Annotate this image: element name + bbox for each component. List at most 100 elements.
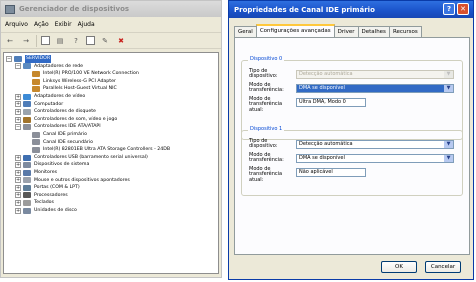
tree-node[interactable]: Parallels Host-Guest Virtual NIC [4, 85, 218, 93]
tab-general[interactable]: Geral [234, 26, 257, 37]
tree-node[interactable]: + Portas (COM & LPT) [4, 184, 218, 192]
window-title: Gerenciador de dispositivos [19, 5, 130, 13]
properties-dialog: Propriedades de Canal IDE primário ? ✕ G… [228, 0, 474, 280]
toolbar: ← → ▤ ? ✎ ✖ [1, 32, 221, 49]
forward-icon[interactable]: → [20, 35, 32, 47]
collapse-icon[interactable]: − [6, 55, 12, 62]
scan-icon[interactable] [86, 36, 95, 45]
port-icon [23, 184, 31, 191]
device1-type-select[interactable]: Detecção automática ▼ [296, 140, 454, 149]
disable-icon[interactable]: ✖ [115, 35, 127, 47]
tree-node[interactable]: + Unidades de disco [4, 207, 218, 215]
device0-type-select: Detecção automática ▼ [296, 70, 454, 79]
ok-button[interactable]: OK [381, 261, 417, 273]
tree-node[interactable]: + Adaptadores de vídeo [4, 93, 218, 101]
expand-icon[interactable]: + [15, 108, 21, 115]
tab-details[interactable]: Detalhes [357, 26, 390, 37]
help-button[interactable]: ? [443, 3, 455, 15]
advanced-settings-panel: Dispositivo 0 Tipo de dispositivo: Detec… [234, 37, 470, 255]
back-icon[interactable]: ← [4, 35, 16, 47]
expand-icon[interactable]: + [15, 184, 21, 191]
collapse-icon[interactable]: − [15, 63, 21, 70]
chevron-down-icon[interactable]: ▼ [444, 155, 453, 162]
ide-channel-icon [32, 139, 40, 146]
tree-node[interactable]: − Controladores IDE ATA/ATAPI [4, 123, 218, 131]
tab-resources[interactable]: Recursos [388, 26, 422, 37]
usb-icon [23, 154, 31, 161]
expand-icon[interactable]: + [15, 192, 21, 199]
tree-node[interactable]: + Dispositivos de sistema [4, 161, 218, 169]
expand-icon[interactable]: + [15, 200, 21, 207]
tree-node[interactable]: + Controladores USB (barramento serial un… [4, 154, 218, 162]
tree-node-label: Monitores [34, 169, 58, 175]
menu-action[interactable]: Ação [34, 21, 49, 28]
tree-node[interactable]: + Mouse e outros dispositivos apontadores [4, 177, 218, 185]
expand-icon[interactable]: + [15, 93, 21, 100]
expand-icon[interactable]: + [15, 116, 21, 123]
keyboard-icon [23, 200, 31, 207]
menu-help[interactable]: Ajuda [78, 21, 95, 28]
tree-node-label: Dispositivos de sistema [34, 162, 90, 168]
cancel-button[interactable]: Cancelar [425, 261, 461, 273]
tree-node[interactable]: + Controladores de disquete [4, 108, 218, 116]
expand-icon[interactable]: + [15, 101, 21, 108]
computer-icon [14, 55, 22, 62]
expand-icon[interactable]: + [15, 154, 21, 161]
dialog-title-bar[interactable]: Propriedades de Canal IDE primário ? ✕ [229, 1, 473, 18]
tree-node[interactable]: + Controladores de som, vídeo e jogo [4, 116, 218, 124]
device0-transfer-mode-value: DMA se disponível [299, 85, 345, 91]
tree-node[interactable]: Canal IDE secundário [4, 139, 218, 147]
tree-node[interactable]: − Adaptadores de rede [4, 63, 218, 71]
tree-node[interactable]: + Processadores [4, 192, 218, 200]
tree-node-label: Intel(R) PRO/100 VE Network Connection [43, 71, 139, 77]
title-bar[interactable]: Gerenciador de dispositivos [1, 1, 221, 17]
device-tree[interactable]: − SERVIDOR − Adaptadores de rede Intel(R) PR… [3, 52, 219, 274]
tree-node-label: Unidades de disco [34, 207, 77, 213]
ide-icon [23, 124, 31, 131]
monitor-icon [23, 169, 31, 176]
tree-node[interactable]: + Computador [4, 101, 218, 109]
tree-node-label: SERVIDOR [25, 55, 52, 63]
tree-node[interactable]: Intel(R) 82801EB Ultra ATA Storage Contr… [4, 146, 218, 154]
uninstall-icon[interactable]: ✎ [99, 35, 111, 47]
tree-node-label: Linksys Wireless-G PCI Adapter [43, 78, 116, 84]
device1-transfer-mode-select[interactable]: DMA se disponível ▼ [296, 154, 454, 163]
tab-driver[interactable]: Driver [333, 26, 359, 37]
tree-node-label: Canal IDE primário [43, 131, 87, 137]
expand-icon[interactable]: + [15, 177, 21, 184]
tree-node[interactable]: + Monitores [4, 169, 218, 177]
tree-node[interactable]: + Teclados [4, 199, 218, 207]
help-icon[interactable]: ? [70, 35, 82, 47]
device0-type-value: Detecção automática [299, 71, 353, 77]
expand-icon[interactable]: + [15, 169, 21, 176]
menu-view[interactable]: Exibir [55, 21, 72, 28]
tree-node-label: Portas (COM & LPT) [34, 185, 80, 191]
device-manager-window: Gerenciador de dispositivos Arquivo Ação… [0, 0, 222, 278]
device1-current-mode-value: Não aplicável [299, 169, 333, 175]
tab-advanced-settings[interactable]: Configurações avançadas [255, 24, 335, 37]
chevron-down-icon[interactable]: ▼ [444, 141, 453, 148]
network-card-icon [32, 70, 40, 77]
tree-node[interactable]: − SERVIDOR [4, 55, 218, 63]
chevron-down-icon[interactable]: ▼ [444, 85, 453, 92]
device1-current-mode-field: Não aplicável [296, 168, 366, 177]
device0-transfer-mode-select[interactable]: DMA se disponível ▼ [296, 84, 454, 93]
close-button[interactable]: ✕ [457, 3, 469, 15]
tree-node-label: Parallels Host-Guest Virtual NIC [43, 86, 117, 92]
expand-icon[interactable]: + [15, 162, 21, 169]
device1-current-mode-label: Modo de transferência atual: [249, 166, 283, 183]
tree-node-label: Adaptadores de vídeo [34, 93, 86, 99]
device1-group: Dispositivo 1 Tipo de dispositivo: Detec… [241, 126, 463, 196]
collapse-icon[interactable]: − [15, 124, 21, 131]
tree-node-label: Canal IDE secundário [43, 139, 94, 145]
tree-node-label: Computador [34, 101, 64, 107]
properties-icon[interactable] [41, 36, 50, 45]
tree-node[interactable]: Linksys Wireless-G PCI Adapter [4, 78, 218, 86]
tree-node[interactable]: Canal IDE primário [4, 131, 218, 139]
tree-node-label: Controladores IDE ATA/ATAPI [34, 124, 101, 130]
device0-current-mode-field: Ultra DMA, Modo 0 [296, 98, 366, 107]
menu-file[interactable]: Arquivo [5, 21, 28, 28]
print-icon[interactable]: ▤ [54, 35, 66, 47]
tree-node[interactable]: Intel(R) PRO/100 VE Network Connection [4, 70, 218, 78]
expand-icon[interactable]: + [15, 207, 21, 214]
